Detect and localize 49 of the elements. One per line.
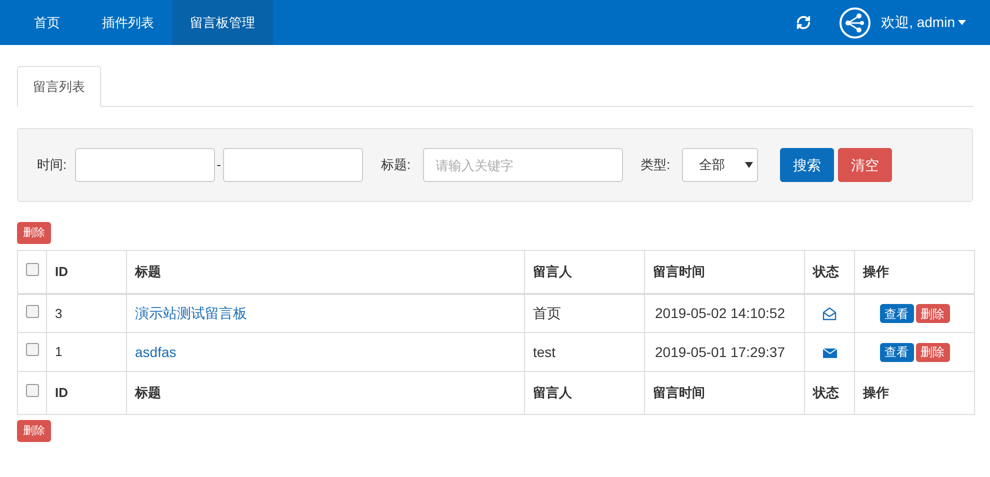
view-button[interactable]: 查看 xyxy=(880,342,914,362)
caret-icon xyxy=(958,20,966,25)
field-label: 标题: xyxy=(380,156,411,174)
end-date-field[interactable] xyxy=(222,148,363,182)
nav-item[interactable]: 首页 xyxy=(0,0,84,45)
table-cell: 3 xyxy=(46,294,126,332)
tab[interactable]: 留言列表 xyxy=(17,66,101,107)
table-cell: 1 xyxy=(46,332,126,372)
column-header: 标题 xyxy=(126,372,524,414)
keyword-field[interactable]: 请输入关键字 xyxy=(422,148,623,182)
column-header: 留言人 xyxy=(524,250,644,294)
field-label: 类型: xyxy=(640,156,670,174)
type-select[interactable]: 全部 xyxy=(682,148,758,182)
column-header: 状态 xyxy=(804,250,854,294)
checkbox[interactable] xyxy=(26,304,39,318)
separator-text: - xyxy=(216,156,222,174)
start-date-field[interactable] xyxy=(74,148,215,182)
delete-button[interactable]: 删除 xyxy=(17,222,51,244)
column-header: 状态 xyxy=(804,372,854,414)
delete-button[interactable]: 删除 xyxy=(17,420,51,442)
search-button[interactable]: 搜索 xyxy=(780,148,834,182)
column-header: ID xyxy=(46,250,126,294)
field-label: 时间: xyxy=(37,156,67,174)
view-button[interactable]: 查看 xyxy=(880,304,914,323)
table-cell: 2019-05-02 14:10:52 xyxy=(644,294,804,332)
nav-item[interactable]: 插件列表 xyxy=(84,0,172,45)
column-header: 标题 xyxy=(126,250,524,294)
table-cell: test xyxy=(524,332,644,372)
title-link[interactable]: asdfas xyxy=(135,344,176,360)
delete-button[interactable]: 删除 xyxy=(916,342,950,362)
title-link[interactable]: 演示站测试留言板 xyxy=(135,304,247,321)
column-header: ID xyxy=(46,372,126,414)
table-cell: 首页 xyxy=(524,294,644,332)
user-menu[interactable]: 欢迎, admin xyxy=(881,12,966,33)
table-cell: 2019-05-01 17:29:37 xyxy=(644,332,804,372)
delete-button[interactable]: 删除 xyxy=(916,304,950,323)
column-header: 留言人 xyxy=(524,372,644,414)
nav-item[interactable]: 留言板管理 xyxy=(172,0,273,45)
column-header: 操作 xyxy=(854,372,974,414)
checkbox[interactable] xyxy=(26,384,39,398)
refresh-icon[interactable] xyxy=(796,15,812,30)
column-header: 留言时间 xyxy=(644,372,804,414)
avatar-icon xyxy=(839,6,872,38)
checkbox[interactable] xyxy=(26,343,39,356)
column-header: 留言时间 xyxy=(644,250,804,294)
caret-icon xyxy=(745,162,754,168)
column-header: 操作 xyxy=(854,250,974,294)
clear-button[interactable]: 清空 xyxy=(838,148,892,182)
checkbox[interactable] xyxy=(26,263,39,276)
